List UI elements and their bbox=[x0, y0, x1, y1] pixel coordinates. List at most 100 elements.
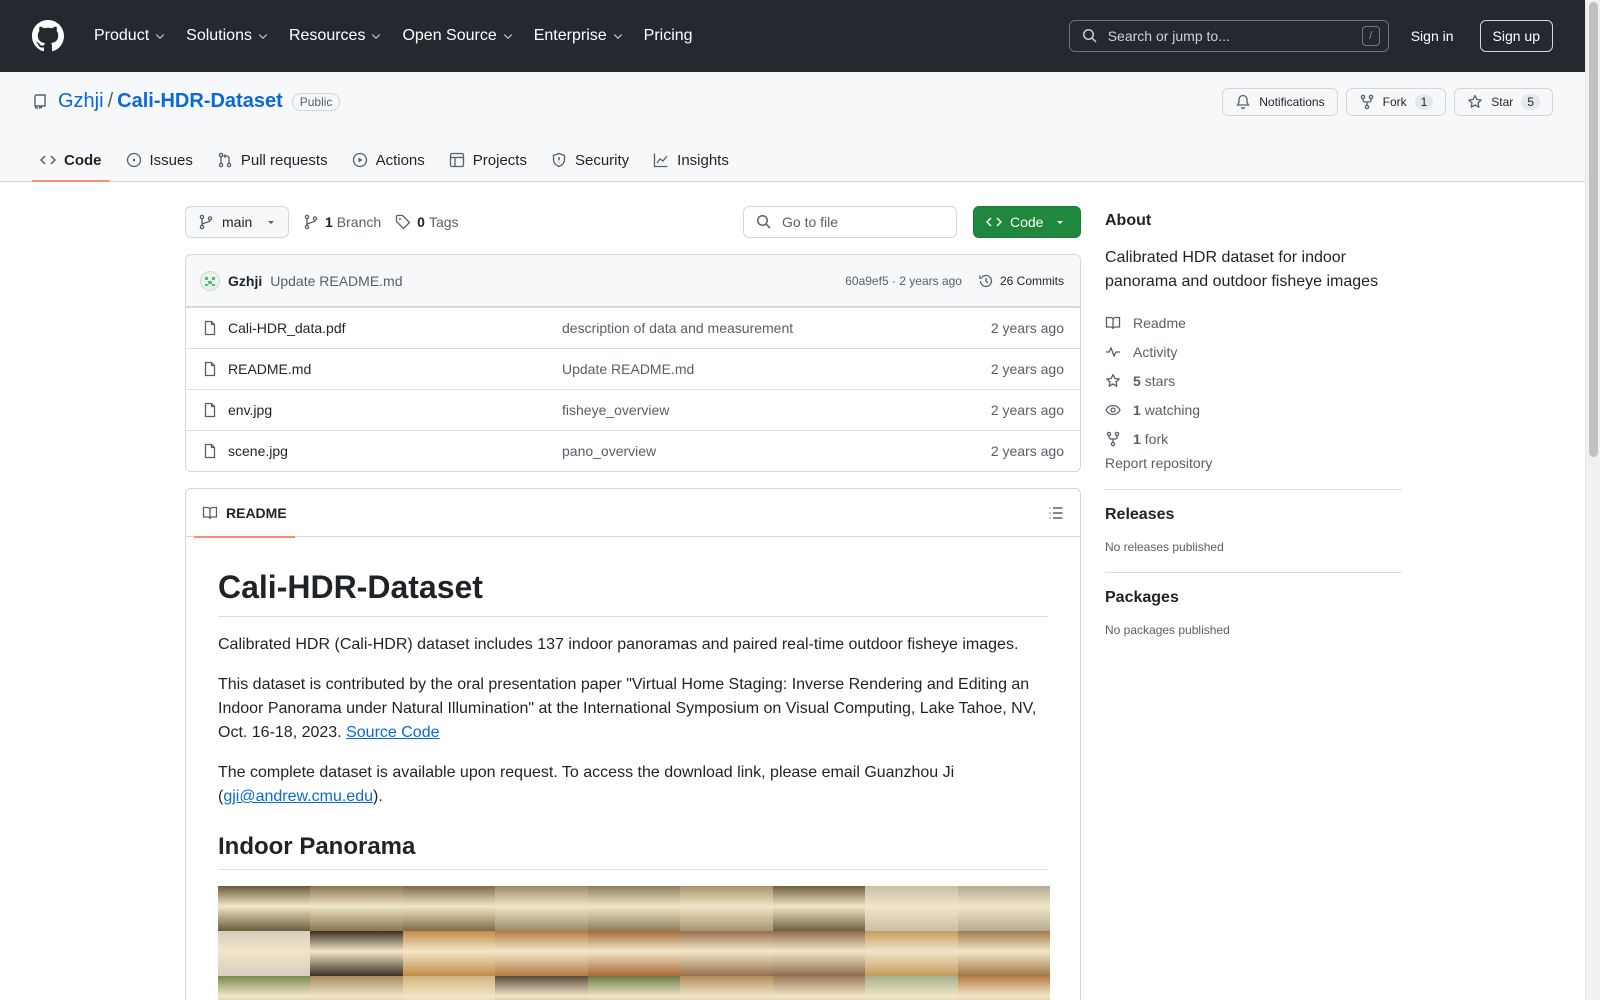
nav-enterprise-label: Enterprise bbox=[533, 27, 607, 44]
file-toolbar: main 1 Branch 0 Tags Go to file Code bbox=[185, 206, 1081, 238]
commit-message-link[interactable]: Update README.md bbox=[270, 273, 402, 289]
nav-pricing[interactable]: Pricing bbox=[636, 27, 701, 45]
commit-hash-time[interactable]: 60a9ef5 · 2 years ago bbox=[845, 274, 962, 288]
file-name-link[interactable]: Cali-HDR_data.pdf bbox=[228, 320, 562, 336]
activity-link-label: Activity bbox=[1133, 343, 1178, 360]
file-name-link[interactable]: README.md bbox=[228, 361, 562, 377]
file-row[interactable]: README.md Update README.md 2 years ago bbox=[186, 348, 1080, 389]
file-time: 2 years ago bbox=[990, 361, 1064, 377]
latest-commit-bar: Gzhji Update README.md 60a9ef5 · 2 years… bbox=[186, 255, 1080, 307]
star-button[interactable]: Star 5 bbox=[1454, 88, 1553, 116]
scrollbar-thumb[interactable] bbox=[1589, 2, 1598, 457]
file-commit-link[interactable]: pano_overview bbox=[562, 443, 991, 459]
packages-heading[interactable]: Packages bbox=[1105, 589, 1402, 607]
releases-heading[interactable]: Releases bbox=[1105, 506, 1402, 524]
history-icon bbox=[979, 274, 993, 287]
tab-issues[interactable]: Issues bbox=[118, 140, 201, 180]
panorama-thumbnail bbox=[680, 886, 773, 931]
stars-link[interactable]: 5 stars bbox=[1105, 366, 1402, 395]
nav-product[interactable]: Product bbox=[86, 27, 174, 45]
commit-author-link[interactable]: Gzhji bbox=[228, 273, 262, 289]
forks-link[interactable]: 1 fork bbox=[1105, 424, 1402, 453]
sign-up-button[interactable]: Sign up bbox=[1479, 20, 1553, 52]
tab-projects[interactable]: Projects bbox=[441, 140, 535, 180]
tab-security-label: Security bbox=[574, 151, 630, 169]
repo-name-link[interactable]: Cali-HDR-Dataset bbox=[117, 90, 283, 113]
panorama-overview-image[interactable] bbox=[218, 886, 1050, 1000]
panorama-thumbnail bbox=[402, 931, 496, 976]
code-dropdown-button[interactable]: Code bbox=[973, 206, 1081, 238]
branches-link[interactable]: 1 Branch bbox=[303, 214, 381, 230]
file-name-link[interactable]: env.jpg bbox=[228, 402, 562, 418]
outline-list-icon[interactable] bbox=[1048, 505, 1064, 521]
file-browser: Gzhji Update README.md 60a9ef5 · 2 years… bbox=[185, 254, 1081, 472]
global-search-input[interactable]: Search or jump to... / bbox=[1068, 20, 1389, 52]
avatar[interactable] bbox=[200, 270, 220, 291]
nav-resources[interactable]: Resources bbox=[281, 27, 390, 45]
eye-icon bbox=[1105, 404, 1121, 415]
panorama-thumbnail bbox=[865, 976, 958, 1000]
file-commit-link[interactable]: description of data and measurement bbox=[562, 320, 991, 336]
tab-actions[interactable]: Actions bbox=[344, 140, 433, 180]
source-code-link[interactable]: Source Code bbox=[346, 724, 439, 741]
fork-icon bbox=[1360, 94, 1373, 110]
github-logo-icon[interactable] bbox=[32, 20, 86, 52]
report-repository-link[interactable]: Report repository bbox=[1105, 455, 1402, 471]
identicon-icon bbox=[205, 276, 215, 286]
readme-paragraph-3-end: ). bbox=[372, 788, 383, 805]
file-commit-link[interactable]: Update README.md bbox=[562, 361, 991, 377]
tab-security[interactable]: Security bbox=[543, 140, 637, 180]
page-scrollbar[interactable] bbox=[1585, 0, 1600, 1000]
pull-request-icon bbox=[218, 152, 232, 168]
file-row[interactable]: Cali-HDR_data.pdf description of data an… bbox=[186, 307, 1080, 348]
file-name-link[interactable]: scene.jpg bbox=[228, 443, 562, 459]
star-counter: 5 bbox=[1521, 94, 1540, 110]
file-row[interactable]: env.jpg fisheye_overview 2 years ago bbox=[186, 389, 1080, 430]
stars-count: 5 bbox=[1133, 372, 1141, 389]
readme-link[interactable]: Readme bbox=[1105, 308, 1402, 337]
nav-solutions[interactable]: Solutions bbox=[178, 27, 277, 45]
repo-header: Gzhji / Cali-HDR-Dataset Public Notifica… bbox=[0, 72, 1585, 182]
readme-tab[interactable]: README bbox=[194, 489, 295, 538]
file-commit-link[interactable]: fisheye_overview bbox=[562, 402, 991, 418]
commits-count-label: 26 Commits bbox=[999, 273, 1064, 288]
forks-label: fork bbox=[1144, 430, 1169, 447]
branch-icon bbox=[304, 214, 318, 230]
tab-projects-label: Projects bbox=[472, 151, 527, 169]
readme-paragraph-2-text: This dataset is contributed by the oral … bbox=[218, 676, 1037, 741]
repo-owner-link[interactable]: Gzhji bbox=[58, 90, 104, 113]
nav-pricing-label: Pricing bbox=[643, 27, 693, 44]
star-icon bbox=[1468, 94, 1483, 108]
nav-enterprise[interactable]: Enterprise bbox=[526, 27, 632, 45]
chevron-down-icon bbox=[372, 34, 381, 40]
tag-label: Tags bbox=[428, 214, 459, 230]
repo-title: Gzhji / Cali-HDR-Dataset Public bbox=[32, 90, 341, 113]
code-icon bbox=[986, 217, 1002, 227]
panorama-thumbnail bbox=[402, 976, 496, 1000]
notifications-button[interactable]: Notifications bbox=[1222, 88, 1338, 116]
sign-in-link[interactable]: Sign in bbox=[1403, 28, 1462, 44]
book-icon bbox=[1105, 316, 1121, 329]
visibility-badge: Public bbox=[291, 92, 341, 111]
tab-pull-requests[interactable]: Pull requests bbox=[209, 140, 336, 180]
email-link[interactable]: gji@andrew.cmu.edu bbox=[223, 788, 373, 805]
code-icon bbox=[40, 155, 56, 165]
tab-insights[interactable]: Insights bbox=[645, 140, 737, 180]
go-to-file-input[interactable]: Go to file bbox=[743, 206, 957, 238]
commits-history-link[interactable]: 26 Commits bbox=[978, 273, 1064, 289]
tab-code[interactable]: Code bbox=[32, 140, 110, 182]
fork-button[interactable]: Fork 1 bbox=[1345, 88, 1447, 116]
repo-sidebar: About Calibrated HDR dataset for indoor … bbox=[1105, 206, 1402, 637]
branch-selector-button[interactable]: main bbox=[185, 206, 289, 238]
issue-icon bbox=[126, 152, 141, 168]
tags-link[interactable]: 0 Tags bbox=[395, 214, 459, 230]
watchers-link[interactable]: 1 watching bbox=[1105, 395, 1402, 424]
readme-link-label: Readme bbox=[1133, 314, 1186, 331]
panorama-thumbnail bbox=[957, 976, 1050, 1000]
activity-link[interactable]: Activity bbox=[1105, 337, 1402, 366]
nav-open-source[interactable]: Open Source bbox=[394, 27, 521, 45]
panorama-thumbnail bbox=[772, 976, 866, 1000]
readme-content: Cali-HDR-Dataset Calibrated HDR (Cali-HD… bbox=[186, 537, 1080, 1000]
file-row[interactable]: scene.jpg pano_overview 2 years ago bbox=[186, 430, 1080, 471]
chevron-down-icon bbox=[613, 34, 622, 40]
